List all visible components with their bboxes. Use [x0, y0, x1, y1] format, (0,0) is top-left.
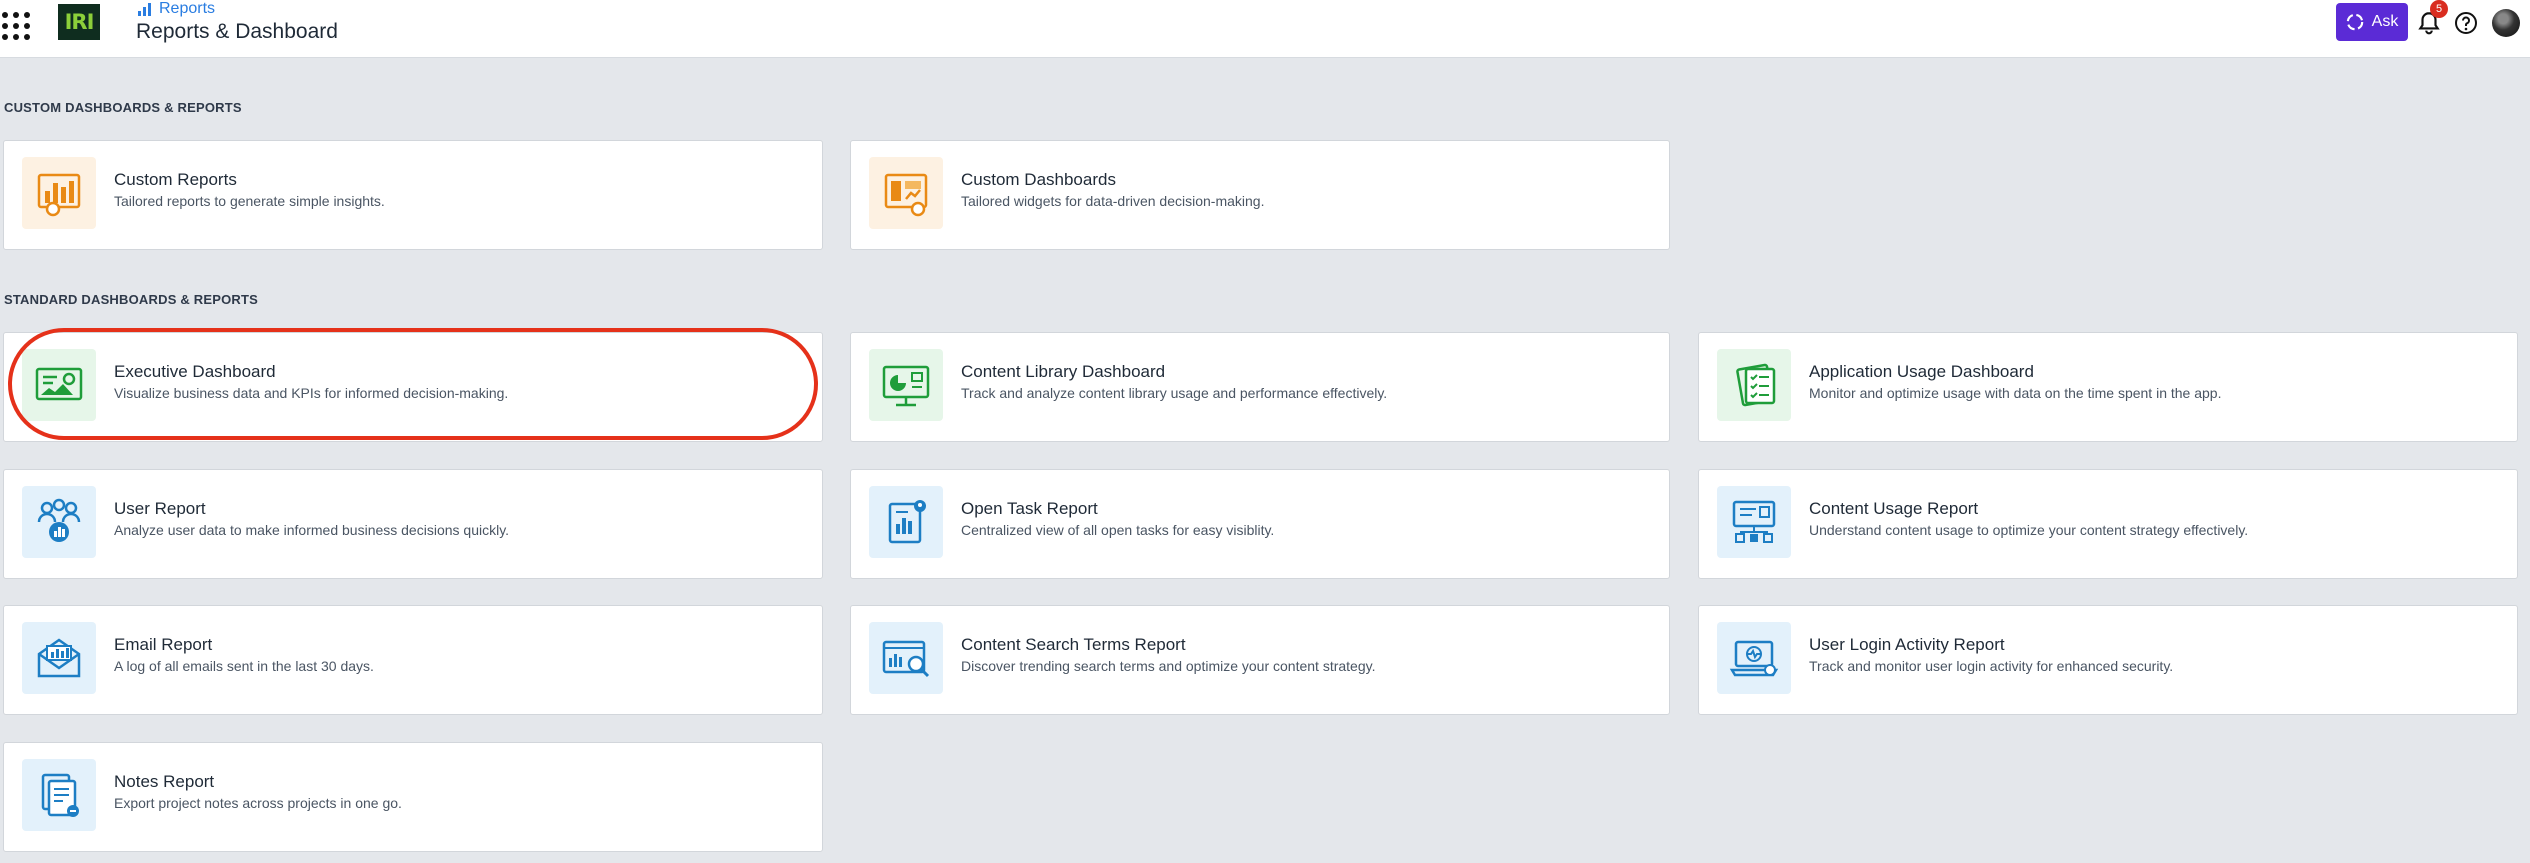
section-custom-label: CUSTOM DASHBOARDS & REPORTS — [4, 100, 242, 115]
users-group-icon — [37, 498, 81, 542]
checklist-icon — [1736, 363, 1776, 407]
card-description: Understand content usage to optimize you… — [1809, 522, 2249, 538]
card-description: Track and monitor user login activity fo… — [1809, 658, 2174, 674]
bar-chart-gear-icon — [37, 173, 81, 217]
card-description: Tailored widgets for data-driven decisio… — [961, 193, 1265, 209]
search-chart-icon — [882, 640, 930, 678]
card-description: Export project notes across projects in … — [114, 795, 402, 811]
company-logo[interactable]: IRI — [58, 4, 100, 40]
card-email-report[interactable]: Email Report A log of all emails sent in… — [3, 605, 823, 715]
card-title: Custom Reports — [114, 170, 237, 189]
card-title: Application Usage Dashboard — [1809, 362, 2034, 381]
card-title: Content Search Terms Report — [961, 635, 1186, 654]
card-description: Track and analyze content library usage … — [961, 385, 1388, 401]
card-title: Content Usage Report — [1809, 499, 1979, 518]
card-content-usage-report[interactable]: Content Usage Report Understand content … — [1698, 469, 2518, 579]
email-chart-icon — [37, 638, 81, 678]
card-user-report[interactable]: User Report Analyze user data to make in… — [3, 469, 823, 579]
card-icon-wrap — [1717, 622, 1791, 694]
card-user-login-activity-report[interactable]: User Login Activity Report Track and mon… — [1698, 605, 2518, 715]
card-icon-wrap — [869, 622, 943, 694]
card-description: Discover trending search terms and optim… — [961, 658, 1376, 674]
card-title: Email Report — [114, 635, 213, 654]
card-icon-wrap — [22, 349, 96, 421]
page-title: Reports & Dashboard — [136, 20, 338, 43]
card-icon-wrap — [22, 622, 96, 694]
card-description: Centralized view of all open tasks for e… — [961, 522, 1275, 538]
card-icon-wrap — [869, 486, 943, 558]
top-header: IRI Reports Reports & Dashboard Ask 5 — [0, 0, 2530, 58]
card-custom-reports[interactable]: Custom Reports Tailored reports to gener… — [3, 140, 823, 250]
card-notes-report[interactable]: Notes Report Export project notes across… — [3, 742, 823, 852]
card-custom-dashboards[interactable]: Custom Dashboards Tailored widgets for d… — [850, 140, 1670, 250]
card-title: Content Library Dashboard — [961, 362, 1166, 381]
card-description: Monitor and optimize usage with data on … — [1809, 385, 2222, 401]
notification-badge: 5 — [2430, 0, 2448, 18]
ask-sparkle-icon — [2346, 13, 2363, 31]
card-title: Notes Report — [114, 772, 215, 791]
card-open-task-report[interactable]: Open Task Report Centralized view of all… — [850, 469, 1670, 579]
card-description: Visualize business data and KPIs for inf… — [114, 385, 509, 401]
card-icon-wrap — [22, 486, 96, 558]
card-icon-wrap — [869, 349, 943, 421]
card-icon-wrap — [22, 157, 96, 229]
breadcrumb[interactable]: Reports — [138, 0, 215, 18]
notes-document-icon — [41, 773, 79, 817]
card-executive-dashboard[interactable]: Executive Dashboard Visualize business d… — [3, 332, 823, 442]
laptop-activity-icon — [1729, 640, 1779, 677]
card-title: User Login Activity Report — [1809, 635, 2005, 654]
card-title: User Report — [114, 499, 206, 518]
card-description: A log of all emails sent in the last 30 … — [114, 658, 374, 674]
ask-button[interactable]: Ask — [2336, 3, 2408, 41]
content-hierarchy-icon — [1732, 500, 1776, 543]
card-icon-wrap — [869, 157, 943, 229]
task-document-icon — [888, 500, 926, 544]
breadcrumb-reports[interactable]: Reports — [159, 0, 215, 18]
card-title: Executive Dashboard — [114, 362, 276, 381]
reports-bar-icon — [138, 2, 151, 16]
ask-label: Ask — [2371, 13, 2399, 30]
help-icon[interactable] — [2454, 11, 2478, 35]
card-content-search-terms-report[interactable]: Content Search Terms Report Discover tre… — [850, 605, 1670, 715]
app-grid-icon[interactable] — [0, 10, 30, 40]
user-avatar[interactable] — [2492, 9, 2520, 37]
kpi-screen-icon — [35, 367, 83, 401]
monitor-pie-icon — [882, 365, 930, 407]
card-description: Tailored reports to generate simple insi… — [114, 193, 385, 209]
card-application-usage-dashboard[interactable]: Application Usage Dashboard Monitor and … — [1698, 332, 2518, 442]
section-standard-label: STANDARD DASHBOARDS & REPORTS — [4, 292, 259, 307]
card-title: Custom Dashboards — [961, 170, 1116, 189]
card-icon-wrap — [22, 759, 96, 831]
card-description: Analyze user data to make informed busin… — [114, 522, 510, 538]
card-title: Open Task Report — [961, 499, 1098, 518]
card-icon-wrap — [1717, 486, 1791, 558]
dashboard-widgets-icon — [884, 173, 928, 217]
card-content-library-dashboard[interactable]: Content Library Dashboard Track and anal… — [850, 332, 1670, 442]
card-icon-wrap — [1717, 349, 1791, 421]
